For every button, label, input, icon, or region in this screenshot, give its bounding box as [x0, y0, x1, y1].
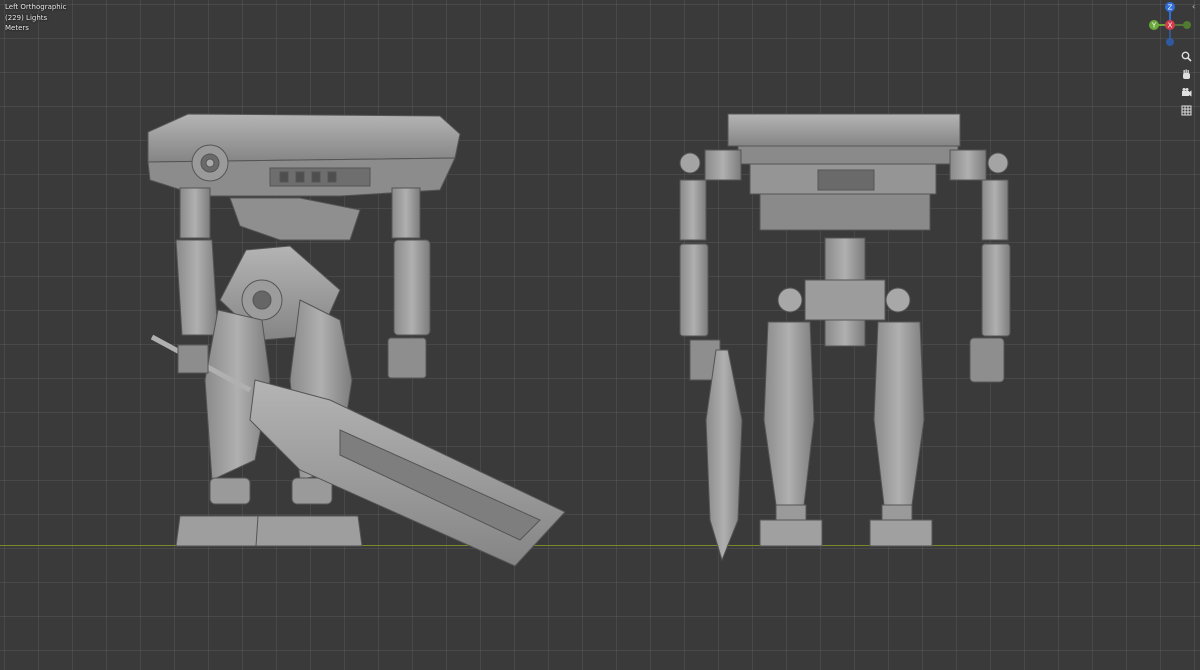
axis-x-label: X [1168, 22, 1173, 30]
hand-pan-icon[interactable] [1178, 66, 1194, 82]
axis-neg-y-icon[interactable] [1183, 21, 1191, 29]
robot-side-view[interactable] [147, 113, 566, 567]
zoom-icon[interactable] [1178, 48, 1194, 64]
collapse-arrow-icon[interactable]: ‹ [1192, 2, 1195, 11]
axis-z-label: Z [1168, 4, 1173, 12]
camera-icon[interactable] [1178, 84, 1194, 100]
units-label: Meters [5, 24, 29, 32]
axis-neg-z-icon[interactable] [1166, 38, 1174, 46]
grid-ortho-icon[interactable] [1178, 102, 1194, 118]
axis-y-label: Y [1151, 22, 1157, 30]
3d-viewport[interactable]: Left Orthographic (229) Lights Meters Z … [0, 0, 1200, 670]
viewport-info: Left Orthographic (229) Lights Meters [5, 2, 67, 34]
robot-front-view[interactable] [679, 113, 1011, 562]
view-name-label: Left Orthographic [5, 3, 67, 11]
scene-models [147, 113, 1011, 567]
collection-info-label: (229) Lights [5, 13, 48, 22]
navigation-tools [1178, 48, 1196, 120]
